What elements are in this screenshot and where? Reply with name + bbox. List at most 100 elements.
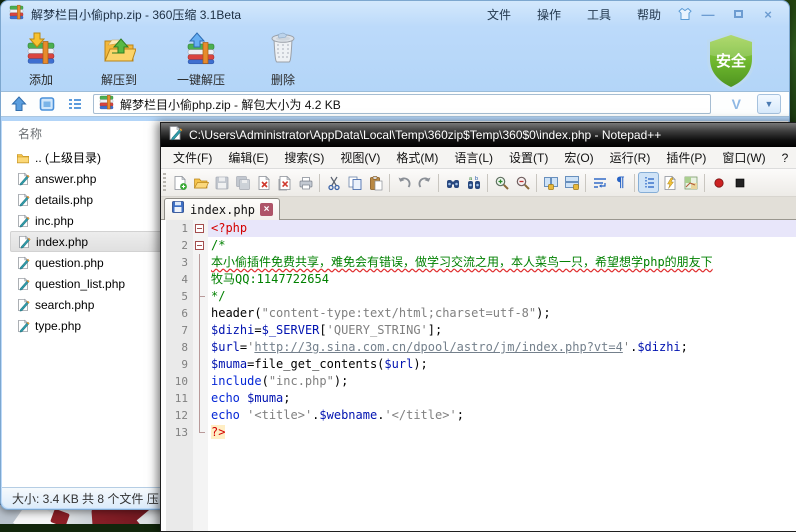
close-button[interactable]: × [755, 5, 781, 23]
fold-marker[interactable] [193, 271, 208, 288]
code-line-5[interactable]: */ [208, 288, 796, 305]
fold-marker[interactable] [193, 424, 208, 441]
fold-marker[interactable] [193, 254, 208, 271]
file-row-search.php[interactable]: search.php [10, 294, 162, 315]
code-line-8[interactable]: $url='http://3g.sina.com.cn/dpool/astro/… [208, 339, 796, 356]
toolbar-button-解压到[interactable]: 解压到 [93, 29, 145, 90]
zip-menu-工具[interactable]: 工具 [587, 6, 611, 23]
file-row-question.php[interactable]: question.php [10, 252, 162, 273]
code-line-6[interactable]: header("content-type:text/html;charset=u… [208, 305, 796, 322]
code-line-1[interactable]: <?php [208, 220, 796, 237]
save-icon[interactable] [211, 172, 232, 193]
record-macro-icon[interactable] [708, 172, 729, 193]
word-wrap-icon[interactable] [589, 172, 610, 193]
npp-menu-插件(P)[interactable]: 插件(P) [658, 147, 714, 168]
code-line-4[interactable]: 牧马QQ:1147722654 [208, 271, 796, 288]
npp-menu-窗口(W)[interactable]: 窗口(W) [714, 147, 773, 168]
toolbar-button-一键解压[interactable]: 一键解压 [171, 29, 231, 90]
new-file-icon[interactable] [169, 172, 190, 193]
zip-menu-文件[interactable]: 文件 [487, 6, 511, 23]
npp-editor-area[interactable]: 12345678910111213 <?php/*本小偷插件免费共享，难免会有错… [161, 220, 796, 531]
file-row-index.php[interactable]: index.php [10, 231, 162, 252]
file-row-type.php[interactable]: type.php [10, 315, 162, 336]
zoom-in-icon[interactable] [491, 172, 512, 193]
npp-menu-搜索(S)[interactable]: 搜索(S) [276, 147, 332, 168]
list-view-icon[interactable] [65, 95, 85, 113]
find-icon[interactable] [442, 172, 463, 193]
code-line-10[interactable]: include("inc.php"); [208, 373, 796, 390]
cut-icon[interactable] [323, 172, 344, 193]
fold-marker[interactable] [193, 407, 208, 424]
folder-icon [16, 151, 30, 165]
code-line-13[interactable]: ?> [208, 424, 796, 441]
fold-marker[interactable] [193, 339, 208, 356]
close-all-icon[interactable] [274, 172, 295, 193]
npp-menu-?[interactable]: ? [774, 149, 796, 167]
paste-icon[interactable] [365, 172, 386, 193]
close-doc-icon[interactable] [253, 172, 274, 193]
minimize-button[interactable]: — [695, 5, 721, 23]
doc-map-icon[interactable] [680, 172, 701, 193]
fold-marker[interactable] [193, 220, 208, 237]
redo-icon[interactable] [414, 172, 435, 193]
stop-macro-icon[interactable] [729, 172, 750, 193]
tab-close-icon[interactable]: × [260, 203, 273, 216]
fold-marker[interactable] [193, 390, 208, 407]
svg-text:b: b [475, 176, 478, 182]
file-row-answer.php[interactable]: answer.php [10, 168, 162, 189]
npp-menu-格式(M)[interactable]: 格式(M) [388, 147, 446, 168]
fold-marker[interactable] [193, 322, 208, 339]
code-line-3[interactable]: 本小偷插件免费共享，难免会有错误，做学习交流之用，本人菜鸟一只，希望想学php的… [208, 254, 796, 271]
tab-index-php[interactable]: index.php × [164, 198, 280, 220]
zip-menubar: 文件 操作 工具 帮助 [487, 6, 675, 23]
code-line-9[interactable]: $muma=file_get_contents($url); [208, 356, 796, 373]
toolbar-button-删除[interactable]: 删除 [257, 29, 309, 90]
copy-icon[interactable] [344, 172, 365, 193]
fold-margin[interactable] [193, 220, 208, 531]
address-path-box[interactable]: 解梦栏目小偷php.zip - 解包大小为 4.2 KB [93, 94, 711, 114]
address-chevron[interactable]: V [724, 96, 749, 112]
file-row-question_list.php[interactable]: question_list.php [10, 273, 162, 294]
code-line-2[interactable]: /* [208, 237, 796, 254]
zip-menu-帮助[interactable]: 帮助 [637, 6, 661, 23]
skin-shirt-icon[interactable] [675, 5, 695, 23]
run-shortcut-icon[interactable] [659, 172, 680, 193]
address-dropdown-button[interactable]: ▼ [757, 94, 781, 114]
code-line-11[interactable]: echo $muma; [208, 390, 796, 407]
npp-menu-运行(R)[interactable]: 运行(R) [602, 147, 659, 168]
print-icon[interactable] [295, 172, 316, 193]
npp-menu-编辑(E)[interactable]: 编辑(E) [220, 147, 276, 168]
up-directory-icon[interactable] [9, 95, 29, 113]
fold-marker[interactable] [193, 356, 208, 373]
npp-menu-语言(L)[interactable]: 语言(L) [446, 147, 501, 168]
column-header-name[interactable]: 名称 [10, 121, 162, 147]
code-text-area[interactable]: <?php/*本小偷插件免费共享，难免会有错误，做学习交流之用，本人菜鸟一只，希… [208, 220, 796, 531]
npp-menu-设置(T)[interactable]: 设置(T) [501, 147, 556, 168]
file-row-inc.php[interactable]: inc.php [10, 210, 162, 231]
npp-menu-视图(V)[interactable]: 视图(V) [332, 147, 388, 168]
code-line-7[interactable]: $dizhi=$_SERVER['QUERY_STRING']; [208, 322, 796, 339]
sync-scroll-h-icon[interactable] [561, 172, 582, 193]
npp-menu-宏(O)[interactable]: 宏(O) [556, 147, 601, 168]
undo-icon[interactable] [393, 172, 414, 193]
code-line-12[interactable]: echo '<title>'.$webname.'</title>'; [208, 407, 796, 424]
npp-menu-文件(F)[interactable]: 文件(F) [165, 147, 220, 168]
save-all-icon[interactable] [232, 172, 253, 193]
show-all-chars-icon[interactable]: ¶ [610, 172, 631, 193]
file-row-details.php[interactable]: details.php [10, 189, 162, 210]
open-icon[interactable] [190, 172, 211, 193]
wallpaper-shape [50, 509, 70, 524]
toolbar-button-添加[interactable]: 添加 [15, 29, 67, 90]
zoom-out-icon[interactable] [512, 172, 533, 193]
file-row-.. (上级目录)[interactable]: .. (上级目录) [10, 147, 162, 168]
fold-marker[interactable] [193, 237, 208, 254]
view-mode-icon[interactable] [37, 95, 57, 113]
zip-menu-操作[interactable]: 操作 [537, 6, 561, 23]
replace-icon[interactable]: ab [463, 172, 484, 193]
fold-marker[interactable] [193, 373, 208, 390]
indent-guide-icon[interactable] [638, 172, 659, 193]
maximize-button[interactable] [725, 5, 751, 23]
fold-marker[interactable] [193, 288, 208, 305]
sync-scroll-v-icon[interactable] [540, 172, 561, 193]
fold-marker[interactable] [193, 305, 208, 322]
